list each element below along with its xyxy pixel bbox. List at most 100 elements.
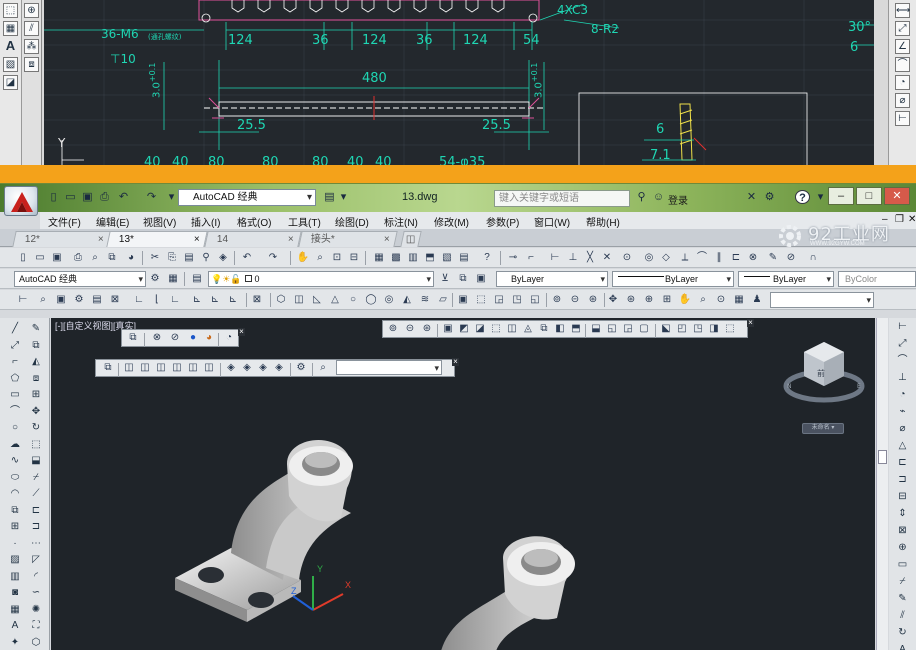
quick-dim-icon[interactable]: ⊏ (896, 456, 910, 470)
menu-dimension[interactable]: 标注(N) (384, 214, 418, 229)
markup-icon[interactable]: ▧ (440, 251, 454, 265)
properties-icon[interactable]: ▦ (372, 251, 386, 265)
id-icon[interactable]: ⊠ (108, 293, 122, 307)
mtext-icon[interactable]: A (8, 619, 22, 633)
helix-icon[interactable]: ≋ (418, 293, 432, 307)
workspace-settings-icon-2[interactable]: ⚙ (148, 272, 162, 286)
inspection-icon[interactable]: ▭ (896, 558, 910, 572)
binoculars-search-icon[interactable]: ⚲ (634, 190, 649, 204)
trim-icon[interactable]: ⌿ (29, 471, 43, 485)
line-icon[interactable]: ╱ (8, 322, 22, 336)
dim-ordinate-icon[interactable]: ⊢ (895, 111, 910, 126)
join-icon[interactable]: ⋯ (29, 537, 43, 551)
table-icon-2[interactable]: ▦ (8, 603, 22, 617)
mline-icon[interactable]: ⊢ (548, 251, 562, 265)
revolve-icon[interactable]: ◳ (510, 293, 524, 307)
region-icon-3[interactable]: ◙ (8, 586, 22, 600)
sweep-icon[interactable]: ◲ (492, 293, 506, 307)
wedge-icon[interactable]: ◺ (310, 293, 324, 307)
chamfer-icon[interactable]: ◸ (29, 553, 43, 567)
doc-close-icon[interactable]: ✕ (908, 214, 916, 225)
tolerance-icon[interactable]: ⊠ (896, 524, 910, 538)
dim-radius-icon[interactable]: ◔ (895, 75, 910, 90)
layer-state-icon[interactable]: ▣ (474, 272, 488, 286)
color-combo[interactable]: ByLayer (496, 271, 608, 287)
open-file-icon[interactable]: ▭ (63, 190, 78, 204)
tab-12-close-icon[interactable]: × (98, 232, 104, 247)
dim-ordinate-icon-2[interactable]: ⊥ (896, 371, 910, 385)
help-dropdown-icon[interactable]: ▾ (813, 190, 828, 204)
extend-icon[interactable]: ⟋ (29, 487, 43, 501)
dim-space-icon[interactable]: ⇕ (896, 507, 910, 521)
exchange-icon[interactable]: ✕ (744, 190, 759, 204)
menu-modify[interactable]: 修改(M) (434, 214, 469, 229)
menu-parametric[interactable]: 参数(P) (486, 214, 519, 229)
plot-icon-2[interactable]: ⎙ (71, 251, 85, 265)
stretch-icon[interactable]: ⬓ (29, 454, 43, 468)
copy-obj-icon[interactable]: ⧉ (29, 339, 43, 353)
dim-arc-icon-2[interactable]: ⌊ (150, 293, 164, 307)
sphere-icon[interactable]: ○ (346, 293, 360, 307)
region-icon[interactable]: ⬚ (3, 3, 18, 18)
ellipse-icon[interactable]: ⬭ (8, 471, 22, 485)
3d-align-icon[interactable]: ⊕ (642, 293, 656, 307)
array-icon-2[interactable]: ⊞ (29, 388, 43, 402)
array-icon[interactable]: ⁂ (24, 39, 39, 54)
cone-icon[interactable]: △ (328, 293, 342, 307)
subtract-icon[interactable]: ⊝ (568, 293, 582, 307)
preview-icon[interactable]: ⌕ (88, 251, 102, 265)
menu-file[interactable]: 文件(F) (48, 214, 81, 229)
dim-radius-icon-2[interactable]: ◔ (896, 388, 910, 402)
menu-format[interactable]: 格式(O) (237, 214, 271, 229)
tab-13[interactable]: 13* × (106, 231, 208, 247)
zoom-icon-3[interactable]: ⌕ (696, 293, 710, 307)
workspace-manager-icon[interactable]: ▦ (166, 272, 180, 286)
dim-arclength-icon[interactable]: ⌒ (896, 354, 910, 368)
vertical-scrollbar[interactable] (876, 318, 888, 650)
ray-icon[interactable]: ⊥ (566, 251, 580, 265)
named-views-combo[interactable] (770, 292, 874, 308)
tool-palettes-icon[interactable]: ▥ (406, 251, 420, 265)
save-icon-2[interactable]: ▣ (50, 251, 64, 265)
layer-manager-icon[interactable]: ▤ (190, 272, 204, 286)
text-icon[interactable]: A (3, 39, 18, 54)
pedit-icon[interactable]: ⬡ (29, 636, 43, 650)
plotstyle-combo[interactable]: ByColor (838, 271, 916, 287)
mass-icon[interactable]: ⚙ (72, 293, 86, 307)
tangent-icon[interactable]: ⌒ (695, 251, 709, 265)
break-point-icon[interactable]: ⊏ (29, 504, 43, 518)
camera-icon[interactable]: ▦ (732, 293, 746, 307)
menu-edit[interactable]: 编辑(E) (96, 214, 129, 229)
ellipse-arc-icon[interactable]: ◠ (8, 487, 22, 501)
menu-insert[interactable]: 插入(I) (191, 214, 220, 229)
nearest-icon[interactable]: ⟂ (678, 251, 692, 265)
scrollbar-thumb[interactable] (878, 450, 887, 464)
make-block-icon[interactable]: ⊞ (8, 520, 22, 534)
dim-aligned-icon-3[interactable]: ⤢ (896, 337, 910, 351)
tab-joint[interactable]: 接头* × (298, 231, 398, 247)
box-icon[interactable]: ◫ (292, 293, 306, 307)
polysolid-icon[interactable]: ⬡ (274, 293, 288, 307)
new-tab-button[interactable]: ◫ (400, 231, 422, 247)
new-file-icon[interactable]: ▯ (46, 190, 61, 204)
workspace-settings-icon[interactable]: ▤ (322, 190, 337, 204)
minimize-button[interactable]: – (828, 187, 854, 205)
undo-icon[interactable]: ↶ (116, 190, 131, 204)
union-icon[interactable]: ⊚ (550, 293, 564, 307)
planar-surface-icon[interactable]: ▱ (436, 293, 450, 307)
region-icon-2[interactable]: ▣ (54, 293, 68, 307)
presspull-icon[interactable]: ⬚ (474, 293, 488, 307)
rectangle-icon[interactable]: ▭ (8, 388, 22, 402)
circle-icon[interactable]: ○ (8, 421, 22, 435)
linetype-combo[interactable]: ByLayer (612, 271, 734, 287)
tab-14[interactable]: 14 × (204, 231, 302, 247)
free-orbit-icon[interactable]: ⊙ (714, 293, 728, 307)
dim-linear-icon-3[interactable]: ⊢ (896, 320, 910, 334)
maximize-button[interactable]: □ (856, 187, 882, 205)
radius-icon-2[interactable]: ∟ (168, 293, 182, 307)
polyline-icon[interactable]: ⌐ (524, 251, 538, 265)
move-icon[interactable]: ✥ (29, 405, 43, 419)
calculator-icon[interactable]: ▤ (457, 251, 471, 265)
point-icon[interactable]: ⊕ (24, 3, 39, 18)
snap-diamond-icon[interactable]: ◇ (659, 251, 673, 265)
